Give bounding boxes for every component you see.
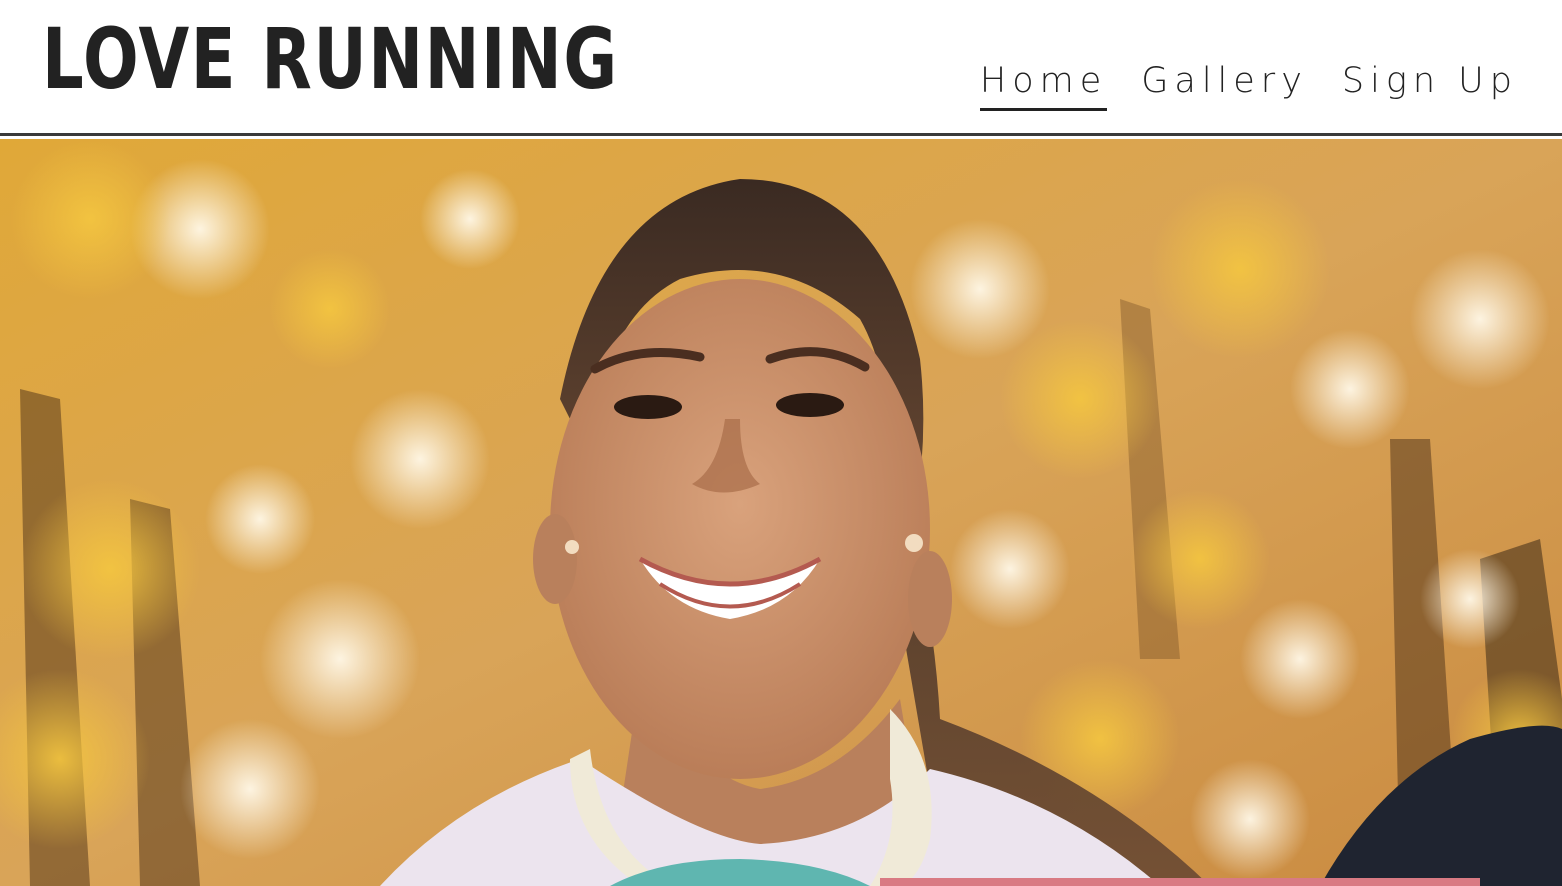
main-nav: Home Gallery Sign Up [979, 56, 1518, 111]
site-logo[interactable]: LOVE RUNNING [42, 4, 619, 114]
hero-image [0, 139, 1562, 886]
nav-home-link[interactable]: Home [979, 56, 1108, 111]
nav-signup-link[interactable]: Sign Up [1342, 56, 1518, 111]
signup-banner-edge[interactable] [880, 878, 1480, 886]
hero-photo [0, 139, 1562, 886]
nav-gallery-link[interactable]: Gallery [1141, 56, 1308, 111]
site-header: LOVE RUNNING Home Gallery Sign Up [0, 0, 1562, 136]
